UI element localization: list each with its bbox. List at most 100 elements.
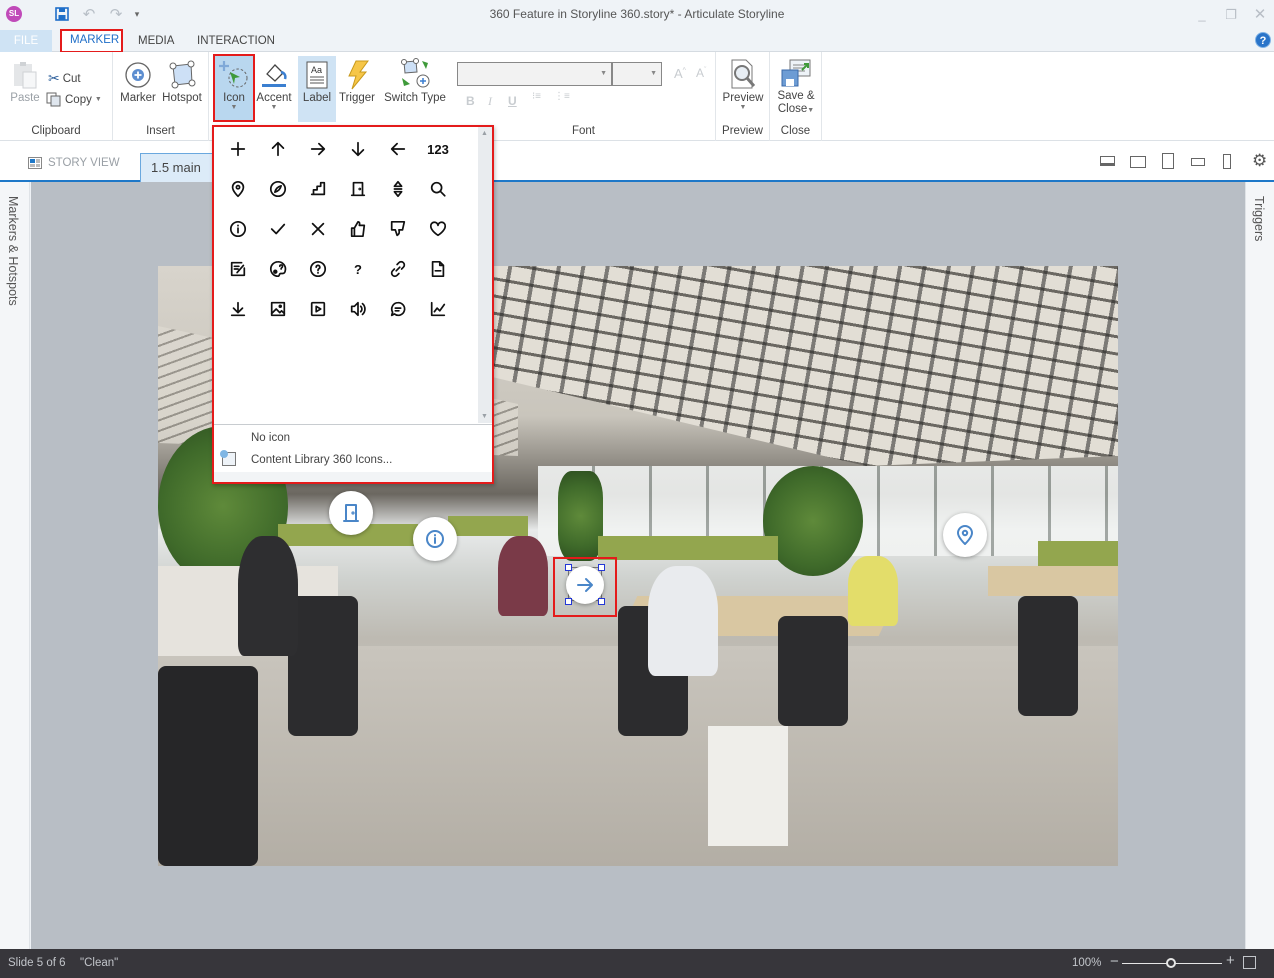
markers-hotspots-panel-label[interactable]: Markers & Hotspots [6, 196, 20, 306]
location-pin-icon[interactable] [218, 169, 258, 209]
phone-landscape-icon[interactable] [1191, 158, 1205, 166]
scroll-down-icon[interactable]: ▼ [481, 413, 488, 420]
minimize-button[interactable]: _ [1192, 6, 1212, 24]
cut-button[interactable]: ✂ Cut [48, 70, 81, 87]
zoom-slider-thumb[interactable] [1166, 958, 1176, 968]
desktop-preview-icon[interactable] [1100, 156, 1115, 166]
paste-button[interactable]: Paste [8, 60, 42, 104]
arrow-down-icon[interactable] [338, 129, 378, 169]
icon-list-scrollbar[interactable]: ▲ ▼ [478, 127, 492, 423]
palette-icon[interactable] [258, 249, 298, 289]
tablet-portrait-icon[interactable] [1162, 153, 1174, 169]
clipboard-group-label: Clipboard [31, 125, 81, 137]
thumbs-up-icon[interactable] [338, 209, 378, 249]
tab-file[interactable]: FILE [0, 30, 52, 52]
numbers-icon[interactable]: 123 [418, 129, 458, 169]
story-view-tab[interactable]: STORY VIEW [28, 157, 120, 169]
label-button[interactable]: Aa Label [298, 56, 336, 122]
close-button[interactable]: ✕ [1250, 6, 1270, 24]
link-icon[interactable] [378, 249, 418, 289]
underline-button[interactable]: U [508, 94, 517, 108]
icon-button[interactable]: Icon ▼ [213, 54, 255, 122]
slide-tab-strip: STORY VIEW 1.5 main ⚙ [0, 141, 1274, 182]
save-close-icon [781, 59, 811, 87]
thumbs-down-icon[interactable] [378, 209, 418, 249]
compass-icon[interactable] [258, 169, 298, 209]
numbering-icon[interactable]: ⋮≡ [554, 92, 570, 102]
location-pin-icon [957, 525, 973, 545]
heart-icon[interactable] [418, 209, 458, 249]
triggers-panel[interactable]: Triggers [1245, 182, 1274, 949]
switch-type-button[interactable]: Switch Type [383, 58, 447, 104]
info-icon [426, 530, 444, 548]
door-icon[interactable] [338, 169, 378, 209]
zoom-in-button[interactable]: + [1226, 952, 1235, 969]
italic-button[interactable]: I [488, 94, 492, 109]
content-library-option[interactable]: Content Library 360 Icons... [251, 454, 392, 466]
arrow-left-icon[interactable] [378, 129, 418, 169]
stairs-icon[interactable] [298, 169, 338, 209]
arrow-up-icon[interactable] [258, 129, 298, 169]
chat-bubble-icon[interactable] [378, 289, 418, 329]
question-circle-icon[interactable] [298, 249, 338, 289]
restore-button[interactable]: ❐ [1221, 6, 1241, 24]
image-icon[interactable] [258, 289, 298, 329]
marker-button[interactable]: Marker [118, 60, 158, 104]
close-x-icon[interactable] [298, 209, 338, 249]
accent-button[interactable]: Accent ▼ [256, 60, 292, 111]
font-size-dropdown[interactable]: ▼ [612, 62, 662, 86]
location-marker[interactable] [943, 513, 987, 557]
line-chart-icon[interactable] [418, 289, 458, 329]
ribbon: Paste ✂ Cut Copy ▼ Clipboard Marker Hots… [0, 52, 1274, 141]
scroll-up-icon[interactable]: ▲ [481, 130, 488, 137]
help-icon[interactable]: ? [1255, 32, 1271, 48]
bullets-icon[interactable]: ⁝≡ [532, 92, 541, 102]
no-icon-option[interactable]: No icon [251, 432, 290, 444]
save-and-close-button[interactable]: Save & Close▼ [774, 58, 818, 117]
trigger-button[interactable]: Trigger [337, 60, 377, 104]
edit-note-icon[interactable] [218, 249, 258, 289]
scissors-icon: ✂ [48, 70, 60, 86]
resize-grip[interactable] [214, 472, 492, 482]
info-marker[interactable] [413, 517, 457, 561]
info-icon[interactable] [218, 209, 258, 249]
search-icon[interactable] [418, 169, 458, 209]
gear-icon[interactable]: ⚙ [1252, 151, 1267, 171]
tab-interaction[interactable]: INTERACTION [189, 30, 283, 52]
tablet-landscape-icon[interactable] [1130, 156, 1146, 168]
copy-button[interactable]: Copy ▼ [46, 92, 102, 107]
tab-marker[interactable]: MARKER [60, 29, 123, 53]
resize-handle[interactable] [565, 564, 572, 571]
hotspot-button[interactable]: Hotspot [160, 60, 204, 104]
switch-type-icon [401, 58, 430, 88]
expand-vertical-icon[interactable] [378, 169, 418, 209]
audio-icon[interactable] [338, 289, 378, 329]
resize-handle[interactable] [598, 598, 605, 605]
arrow-right-icon [577, 578, 593, 592]
video-play-icon[interactable] [298, 289, 338, 329]
window-title: 360 Feature in Storyline 360.story* - Ar… [489, 7, 785, 21]
chevron-down-icon: ▼ [230, 104, 238, 111]
arrow-right-icon[interactable] [298, 129, 338, 169]
slide-tab[interactable]: 1.5 main [140, 153, 220, 182]
question-icon[interactable]: ? [338, 249, 378, 289]
checkmark-icon[interactable] [258, 209, 298, 249]
resize-handle[interactable] [598, 564, 605, 571]
phone-portrait-icon[interactable] [1223, 154, 1231, 169]
door-marker[interactable] [329, 491, 373, 535]
markers-hotspots-panel[interactable]: Markers & Hotspots [0, 182, 30, 949]
shrink-font-icon[interactable]: Aˇ [696, 66, 706, 80]
bold-button[interactable]: B [466, 94, 475, 108]
document-icon[interactable] [418, 249, 458, 289]
plus-icon[interactable] [218, 129, 258, 169]
resize-handle[interactable] [565, 598, 572, 605]
preview-button[interactable]: Preview ▼ [721, 58, 765, 111]
zoom-out-button[interactable]: − [1110, 953, 1119, 970]
fit-to-window-icon[interactable] [1243, 956, 1256, 969]
triggers-panel-label[interactable]: Triggers [1252, 196, 1266, 241]
grow-font-icon[interactable]: A^ [674, 66, 686, 81]
tab-media[interactable]: MEDIA [130, 30, 182, 52]
story-view-icon [28, 157, 42, 169]
font-name-dropdown[interactable]: ▼ [457, 62, 612, 86]
download-icon[interactable] [218, 289, 258, 329]
